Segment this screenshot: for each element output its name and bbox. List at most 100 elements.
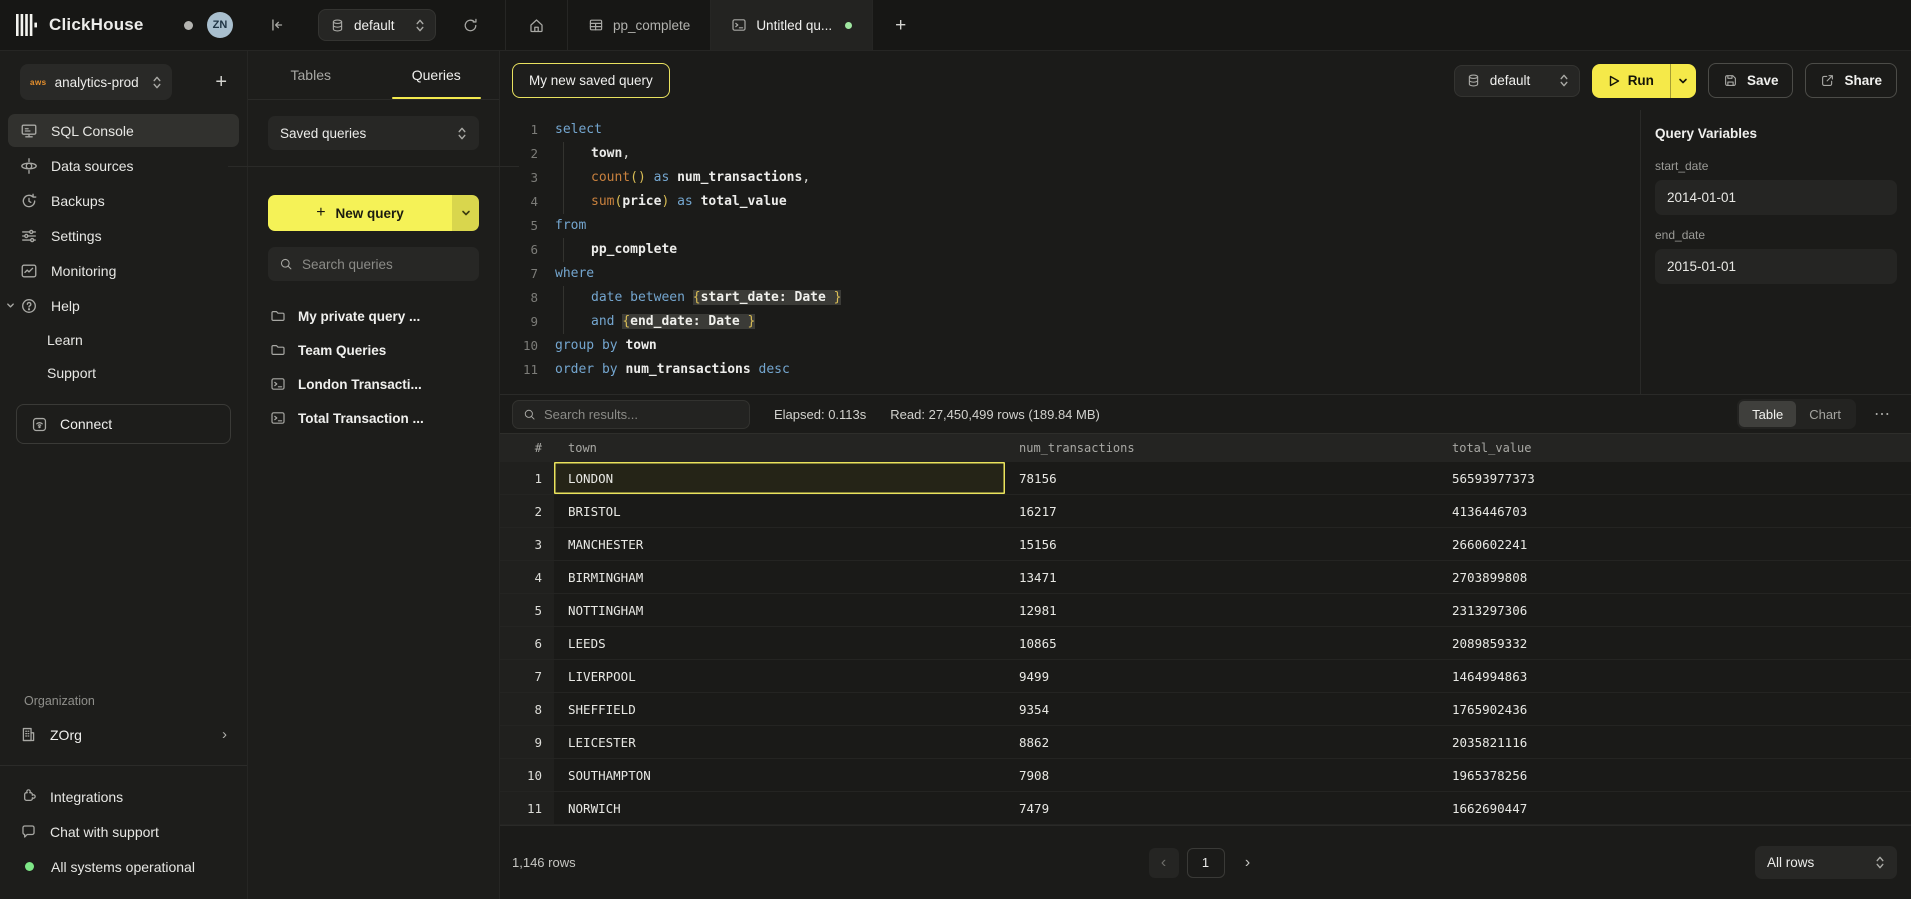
start-date-field[interactable] — [1655, 180, 1897, 215]
table-row[interactable]: 9LEICESTER88622035821116 — [500, 726, 1911, 759]
table-cell[interactable]: 56593977373 — [1438, 462, 1911, 494]
more-options-icon[interactable]: ⋯ — [1868, 398, 1897, 430]
topbar-database-select[interactable]: default — [318, 9, 436, 41]
saved-query-chip[interactable]: My new saved query — [512, 63, 670, 98]
code-line[interactable]: 7where — [512, 262, 1640, 286]
tab-pp-complete[interactable]: pp_complete — [568, 0, 711, 50]
sidebar-item-sql-console[interactable]: SQL Console — [8, 114, 239, 147]
table-row[interactable]: 6LEEDS108652089859332 — [500, 627, 1911, 660]
table-cell[interactable]: 1662690447 — [1438, 792, 1911, 824]
saved-queries-select[interactable]: Saved queries — [268, 116, 479, 150]
save-button[interactable]: Save — [1708, 63, 1794, 98]
table-cell[interactable]: 7908 — [1005, 759, 1438, 791]
code-line[interactable]: 4sum(price) as total_value — [512, 190, 1640, 214]
table-row[interactable]: 1LONDON7815656593977373 — [500, 462, 1911, 495]
new-query-button[interactable]: + New query — [268, 195, 479, 231]
table-cell[interactable]: LIVERPOOL — [554, 660, 1005, 692]
table-row[interactable]: 2BRISTOL162174136446703 — [500, 495, 1911, 528]
organization-switcher[interactable]: ZOrg › — [8, 718, 239, 751]
user-avatar[interactable]: ZN — [207, 12, 233, 38]
tab-untitled-query[interactable]: Untitled qu... — [711, 0, 873, 50]
sidebar-item-chat-support[interactable]: Chat with support — [8, 815, 239, 848]
tab-tables[interactable]: Tables — [248, 51, 374, 99]
home-tab[interactable] — [506, 0, 568, 50]
table-cell[interactable]: BIRMINGHAM — [554, 561, 1005, 593]
column-header-index[interactable]: # — [500, 441, 554, 455]
sidebar-item-monitoring[interactable]: Monitoring — [8, 254, 239, 287]
table-cell[interactable]: BRISTOL — [554, 495, 1005, 527]
share-button[interactable]: Share — [1805, 63, 1897, 98]
code-line[interactable]: 2town, — [512, 142, 1640, 166]
sidebar-item-help[interactable]: Help — [8, 289, 239, 322]
sidebar-item-support[interactable]: Support — [8, 357, 239, 388]
table-cell[interactable]: MANCHESTER — [554, 528, 1005, 560]
sidebar-item-backups[interactable]: Backups — [8, 184, 239, 217]
table-cell[interactable]: SHEFFIELD — [554, 693, 1005, 725]
column-header-total-value[interactable]: total_value — [1438, 441, 1911, 455]
run-button[interactable]: Run — [1592, 64, 1696, 98]
query-item-london-transactions[interactable]: London Transacti... — [268, 369, 479, 399]
code-line[interactable]: 5from — [512, 214, 1640, 238]
table-cell[interactable]: 12981 — [1005, 594, 1438, 626]
next-page-button[interactable]: › — [1233, 848, 1263, 878]
table-cell[interactable]: NORWICH — [554, 792, 1005, 824]
prev-page-button[interactable]: ‹ — [1149, 848, 1179, 878]
page-number-input[interactable] — [1187, 848, 1225, 878]
table-cell[interactable]: 2660602241 — [1438, 528, 1911, 560]
table-cell[interactable]: 2703899808 — [1438, 561, 1911, 593]
table-cell[interactable]: 1765902436 — [1438, 693, 1911, 725]
query-folder-team-queries[interactable]: Team Queries — [268, 335, 479, 365]
connect-button[interactable]: Connect — [16, 404, 231, 444]
add-service-button[interactable]: + — [209, 65, 233, 100]
table-cell[interactable]: 7479 — [1005, 792, 1438, 824]
table-cell[interactable]: 9354 — [1005, 693, 1438, 725]
sidebar-item-system-status[interactable]: All systems operational — [8, 850, 239, 883]
code-editor[interactable]: 1select2town,3count() as num_transaction… — [500, 110, 1640, 394]
view-chart-button[interactable]: Chart — [1796, 401, 1854, 427]
table-cell[interactable]: LEEDS — [554, 627, 1005, 659]
column-header-town[interactable]: town — [554, 441, 1005, 455]
sidebar-item-learn[interactable]: Learn — [8, 324, 239, 355]
end-date-field[interactable] — [1655, 249, 1897, 284]
table-cell[interactable]: 2089859332 — [1438, 627, 1911, 659]
table-row[interactable]: 11NORWICH74791662690447 — [500, 792, 1911, 825]
code-line[interactable]: 6pp_complete — [512, 238, 1640, 262]
sidebar-item-data-sources[interactable]: Data sources — [8, 149, 239, 182]
table-row[interactable]: 10SOUTHAMPTON79081965378256 — [500, 759, 1911, 792]
new-query-dropdown[interactable] — [452, 195, 479, 231]
table-cell[interactable]: 2313297306 — [1438, 594, 1911, 626]
table-cell[interactable]: 8862 — [1005, 726, 1438, 758]
table-cell[interactable]: 9499 — [1005, 660, 1438, 692]
table-row[interactable]: 4BIRMINGHAM134712703899808 — [500, 561, 1911, 594]
code-line[interactable]: 1select — [512, 118, 1640, 142]
column-header-num-transactions[interactable]: num_transactions — [1005, 441, 1438, 455]
sidebar-item-integrations[interactable]: Integrations — [8, 780, 239, 813]
table-row[interactable]: 5NOTTINGHAM129812313297306 — [500, 594, 1911, 627]
table-cell[interactable]: NOTTINGHAM — [554, 594, 1005, 626]
code-line[interactable]: 8date between {start_date: Date } — [512, 286, 1640, 310]
query-folder-my-private[interactable]: My private query ... — [268, 301, 479, 331]
code-line[interactable]: 3count() as num_transactions, — [512, 166, 1640, 190]
table-cell[interactable]: 1464994863 — [1438, 660, 1911, 692]
table-cell[interactable]: 4136446703 — [1438, 495, 1911, 527]
table-cell[interactable]: 78156 — [1005, 462, 1438, 494]
table-cell[interactable]: LEICESTER — [554, 726, 1005, 758]
selected-cell[interactable]: LONDON — [554, 462, 1005, 494]
workspace-select[interactable]: aws analytics-prod — [20, 64, 172, 100]
code-line[interactable]: 11order by num_transactions desc — [512, 358, 1640, 382]
search-results-input[interactable] — [544, 407, 739, 422]
table-cell[interactable]: 15156 — [1005, 528, 1438, 560]
code-line[interactable]: 10group by town — [512, 334, 1640, 358]
table-row[interactable]: 3MANCHESTER151562660602241 — [500, 528, 1911, 561]
table-row[interactable]: 8SHEFFIELD93541765902436 — [500, 693, 1911, 726]
run-options-dropdown[interactable] — [1670, 64, 1696, 98]
table-cell[interactable]: 13471 — [1005, 561, 1438, 593]
refresh-icon[interactable] — [456, 11, 485, 40]
code-line[interactable]: 9and {end_date: Date } — [512, 310, 1640, 334]
sidebar-item-settings[interactable]: Settings — [8, 219, 239, 252]
table-cell[interactable]: SOUTHAMPTON — [554, 759, 1005, 791]
query-item-total-transactions[interactable]: Total Transaction ... — [268, 403, 479, 433]
collapse-sidebar-button[interactable] — [262, 10, 292, 40]
new-tab-button[interactable]: + — [889, 0, 912, 50]
table-cell[interactable]: 2035821116 — [1438, 726, 1911, 758]
